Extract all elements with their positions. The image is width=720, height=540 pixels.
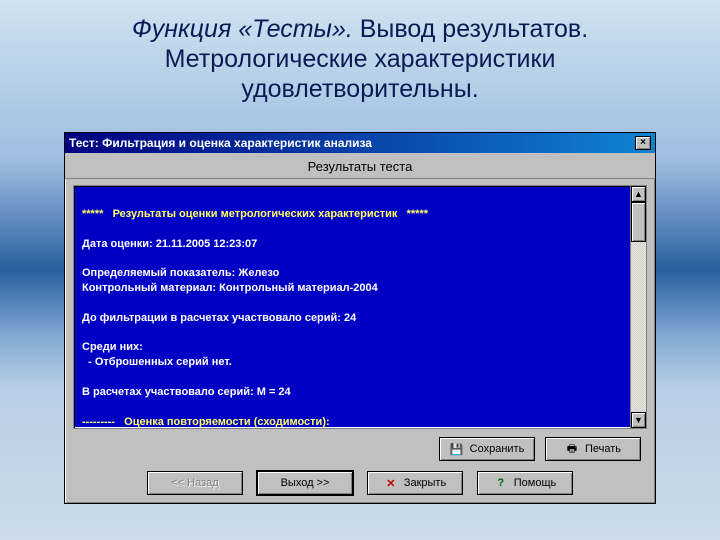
console-header-line: ***** Результаты оценки метрологических … — [82, 208, 428, 220]
console-line: Среди них: — [82, 341, 143, 353]
close-button-label: Закрыть — [404, 477, 446, 489]
x-icon: ✕ — [384, 476, 398, 490]
slide-title-line3: удовлетворительны. — [0, 74, 720, 104]
test-results-dialog: Тест: Фильтрация и оценка характеристик … — [64, 132, 656, 504]
save-button-label: Сохранить — [470, 443, 525, 455]
save-icon — [450, 442, 464, 456]
slide-title-line2: Метрологические характеристики — [0, 44, 720, 74]
console-line: Дата оценки: 21.11.2005 12:23:07 — [82, 238, 257, 250]
slide-background: Функция «Тесты». Вывод результатов. Метр… — [0, 0, 720, 540]
dialog-subtitle: Результаты теста — [65, 153, 655, 179]
titlebar-close-button[interactable]: × — [635, 136, 651, 150]
chevron-down-icon: ▼ — [634, 415, 643, 425]
console-line: До фильтрации в расчетах участвовало сер… — [82, 312, 356, 324]
action-button-row: Сохранить Печать — [65, 429, 655, 465]
help-button-label: Помощь — [514, 477, 557, 489]
console-line: Контрольный материал: Контрольный матери… — [82, 282, 378, 294]
title-emphasis: Функция «Тесты». — [132, 15, 353, 43]
dialog-titlebar[interactable]: Тест: Фильтрация и оценка характеристик … — [65, 133, 655, 153]
print-button[interactable]: Печать — [545, 437, 641, 461]
results-console-frame: ***** Результаты оценки метрологических … — [73, 185, 647, 429]
console-line: Определяемый показатель: Железо — [82, 267, 279, 279]
title-rest: Вывод результатов. — [353, 15, 588, 43]
console-line: - Отброшенных серий нет. — [82, 356, 232, 368]
slide-title: Функция «Тесты». Вывод результатов. Метр… — [0, 14, 720, 104]
exit-button-label: Выход >> — [281, 477, 330, 489]
print-button-label: Печать — [585, 443, 621, 455]
chevron-up-icon: ▲ — [634, 189, 643, 199]
scroll-down-button[interactable]: ▼ — [631, 412, 646, 428]
console-line: В расчетах участвовало серий: M = 24 — [82, 386, 291, 398]
scroll-track[interactable] — [631, 202, 646, 412]
back-button-label: << Назад — [171, 477, 218, 489]
print-icon — [565, 442, 579, 456]
help-button[interactable]: ? Помощь — [477, 471, 573, 495]
question-icon: ? — [494, 476, 508, 490]
close-button[interactable]: ✕ Закрыть — [367, 471, 463, 495]
slide-title-line1: Функция «Тесты». Вывод результатов. — [0, 14, 720, 44]
dialog-title: Тест: Фильтрация и оценка характеристик … — [69, 136, 633, 150]
nav-button-row: << Назад Выход >> ✕ Закрыть ? Помощь — [65, 465, 655, 499]
back-button[interactable]: << Назад — [147, 471, 243, 495]
scroll-up-button[interactable]: ▲ — [631, 186, 646, 202]
console-section-line: --------- Оценка повторяемости (сходимос… — [82, 416, 330, 428]
scroll-thumb[interactable] — [631, 202, 646, 242]
results-console[interactable]: ***** Результаты оценки метрологических … — [74, 186, 630, 428]
exit-button[interactable]: Выход >> — [257, 471, 353, 495]
close-icon: × — [640, 138, 646, 148]
save-button[interactable]: Сохранить — [439, 437, 535, 461]
vertical-scrollbar[interactable]: ▲ ▼ — [630, 186, 646, 428]
